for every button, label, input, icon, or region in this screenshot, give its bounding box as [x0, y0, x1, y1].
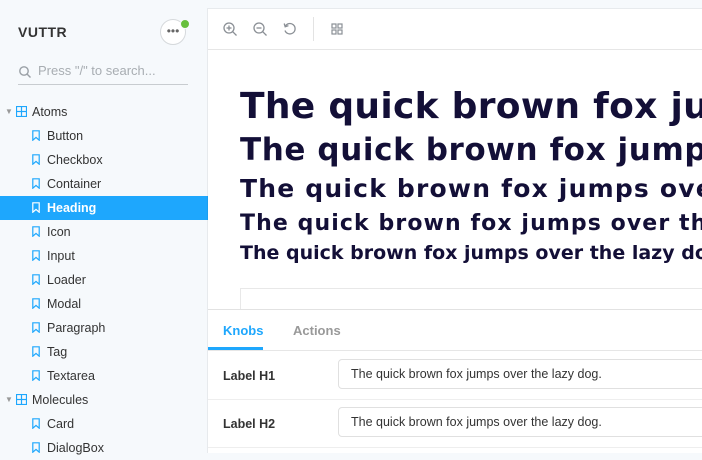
tree-item-label: Textarea [47, 369, 95, 383]
tab-knobs[interactable]: Knobs [223, 323, 263, 338]
tree-item-paragraph[interactable]: Paragraph [0, 316, 208, 340]
tree-group-molecules[interactable]: ▼ Molecules [0, 388, 208, 412]
tree-item-card[interactable]: Card [0, 412, 208, 436]
bookmark-icon [32, 226, 40, 237]
toolbar [208, 9, 702, 50]
tree-item-label: Heading [47, 201, 97, 215]
tree-item-label: Checkbox [47, 153, 103, 167]
tree-item-label: Container [47, 177, 102, 191]
knob-label: Label H1 [223, 369, 276, 383]
tree-item-checkbox[interactable]: Checkbox [0, 148, 208, 172]
search-box [18, 60, 188, 85]
grid-icon[interactable] [329, 21, 345, 37]
bookmark-icon [32, 154, 40, 165]
bookmark-icon [32, 346, 40, 357]
knob-input-label-h1[interactable] [338, 359, 702, 389]
toolbar-divider [313, 17, 314, 41]
tree-item-button[interactable]: Button [0, 124, 208, 148]
tree-item-label: Icon [47, 225, 71, 239]
tree-group-atoms[interactable]: ▼ Atoms [0, 100, 208, 124]
story-tree: ▼ Atoms Button Checkbox Container Headin… [0, 100, 208, 460]
tree-group-label: Molecules [32, 393, 89, 407]
bookmark-icon [32, 442, 40, 453]
tree-group-label: Atoms [32, 105, 68, 119]
bookmark-icon [32, 418, 40, 429]
tree-item-label: Paragraph [47, 321, 106, 335]
heading-h4: The quick brown fox jumps over the lazy … [240, 211, 702, 236]
knob-row: Label H2 [208, 399, 702, 448]
reset-zoom-icon[interactable] [282, 21, 298, 37]
tree-item-icon[interactable]: Icon [0, 220, 208, 244]
bookmark-icon [32, 274, 40, 285]
caret-down-icon: ▼ [5, 395, 13, 404]
bookmark-icon [32, 178, 40, 189]
bookmark-icon [32, 202, 40, 213]
story-preview: The quick brown fox jumps over the lazy … [208, 50, 702, 309]
bookmark-icon [32, 370, 40, 381]
knob-input-label-h2[interactable] [338, 407, 702, 437]
tree-item-label: DialogBox [47, 441, 104, 455]
active-tab-indicator [208, 347, 263, 350]
tree-item-heading[interactable]: Heading [0, 196, 208, 220]
tab-actions[interactable]: Actions [293, 323, 341, 338]
tree-item-label: Tag [47, 345, 68, 359]
tree-item-loader[interactable]: Loader [0, 268, 208, 292]
heading-h2: The quick brown fox jumps over the lazy … [240, 132, 702, 168]
caret-down-icon: ▼ [5, 107, 13, 116]
tree-item-tag[interactable]: Tag [0, 340, 208, 364]
status-dot [180, 19, 190, 29]
tree-item-label: Modal [47, 297, 82, 311]
knob-row: Label H1 [208, 351, 702, 400]
tree-item-modal[interactable]: Modal [0, 292, 208, 316]
bookmark-icon [32, 298, 40, 309]
bookmark-icon [32, 322, 40, 333]
sidebar: VUTTR ••• ▼ Atoms Button Checkbox [0, 0, 208, 455]
knob-label: Label H2 [223, 417, 276, 431]
component-grid-icon [16, 394, 27, 405]
addons-tabs: Knobs Actions [208, 310, 702, 351]
preview-container [240, 288, 702, 309]
heading-h1: The quick brown fox jumps over the lazy … [240, 86, 702, 127]
bookmark-icon [32, 130, 40, 141]
component-grid-icon [16, 106, 27, 117]
zoom-out-icon[interactable] [252, 21, 268, 37]
tree-item-container[interactable]: Container [0, 172, 208, 196]
search-icon [19, 66, 31, 78]
heading-h5: The quick brown fox jumps over the lazy … [240, 242, 702, 264]
tree-item-label: Input [47, 249, 75, 263]
zoom-in-icon[interactable] [222, 21, 238, 37]
tree-item-input[interactable]: Input [0, 244, 208, 268]
tree-item-dialogbox[interactable]: DialogBox [0, 436, 208, 460]
tree-item-label: Loader [47, 273, 86, 287]
addons-panel: Knobs Actions Label H1 Label H2 [208, 309, 702, 453]
tree-item-textarea[interactable]: Textarea [0, 364, 208, 388]
main-panel: The quick brown fox jumps over the lazy … [208, 9, 702, 453]
brand-title[interactable]: VUTTR [18, 24, 67, 40]
search-input[interactable] [38, 63, 186, 78]
heading-h3: The quick brown fox jumps over the lazy … [240, 174, 702, 203]
tree-item-label: Card [47, 417, 75, 431]
tree-item-label: Button [47, 129, 84, 143]
bookmark-icon [32, 250, 40, 261]
more-icon: ••• [166, 24, 180, 38]
